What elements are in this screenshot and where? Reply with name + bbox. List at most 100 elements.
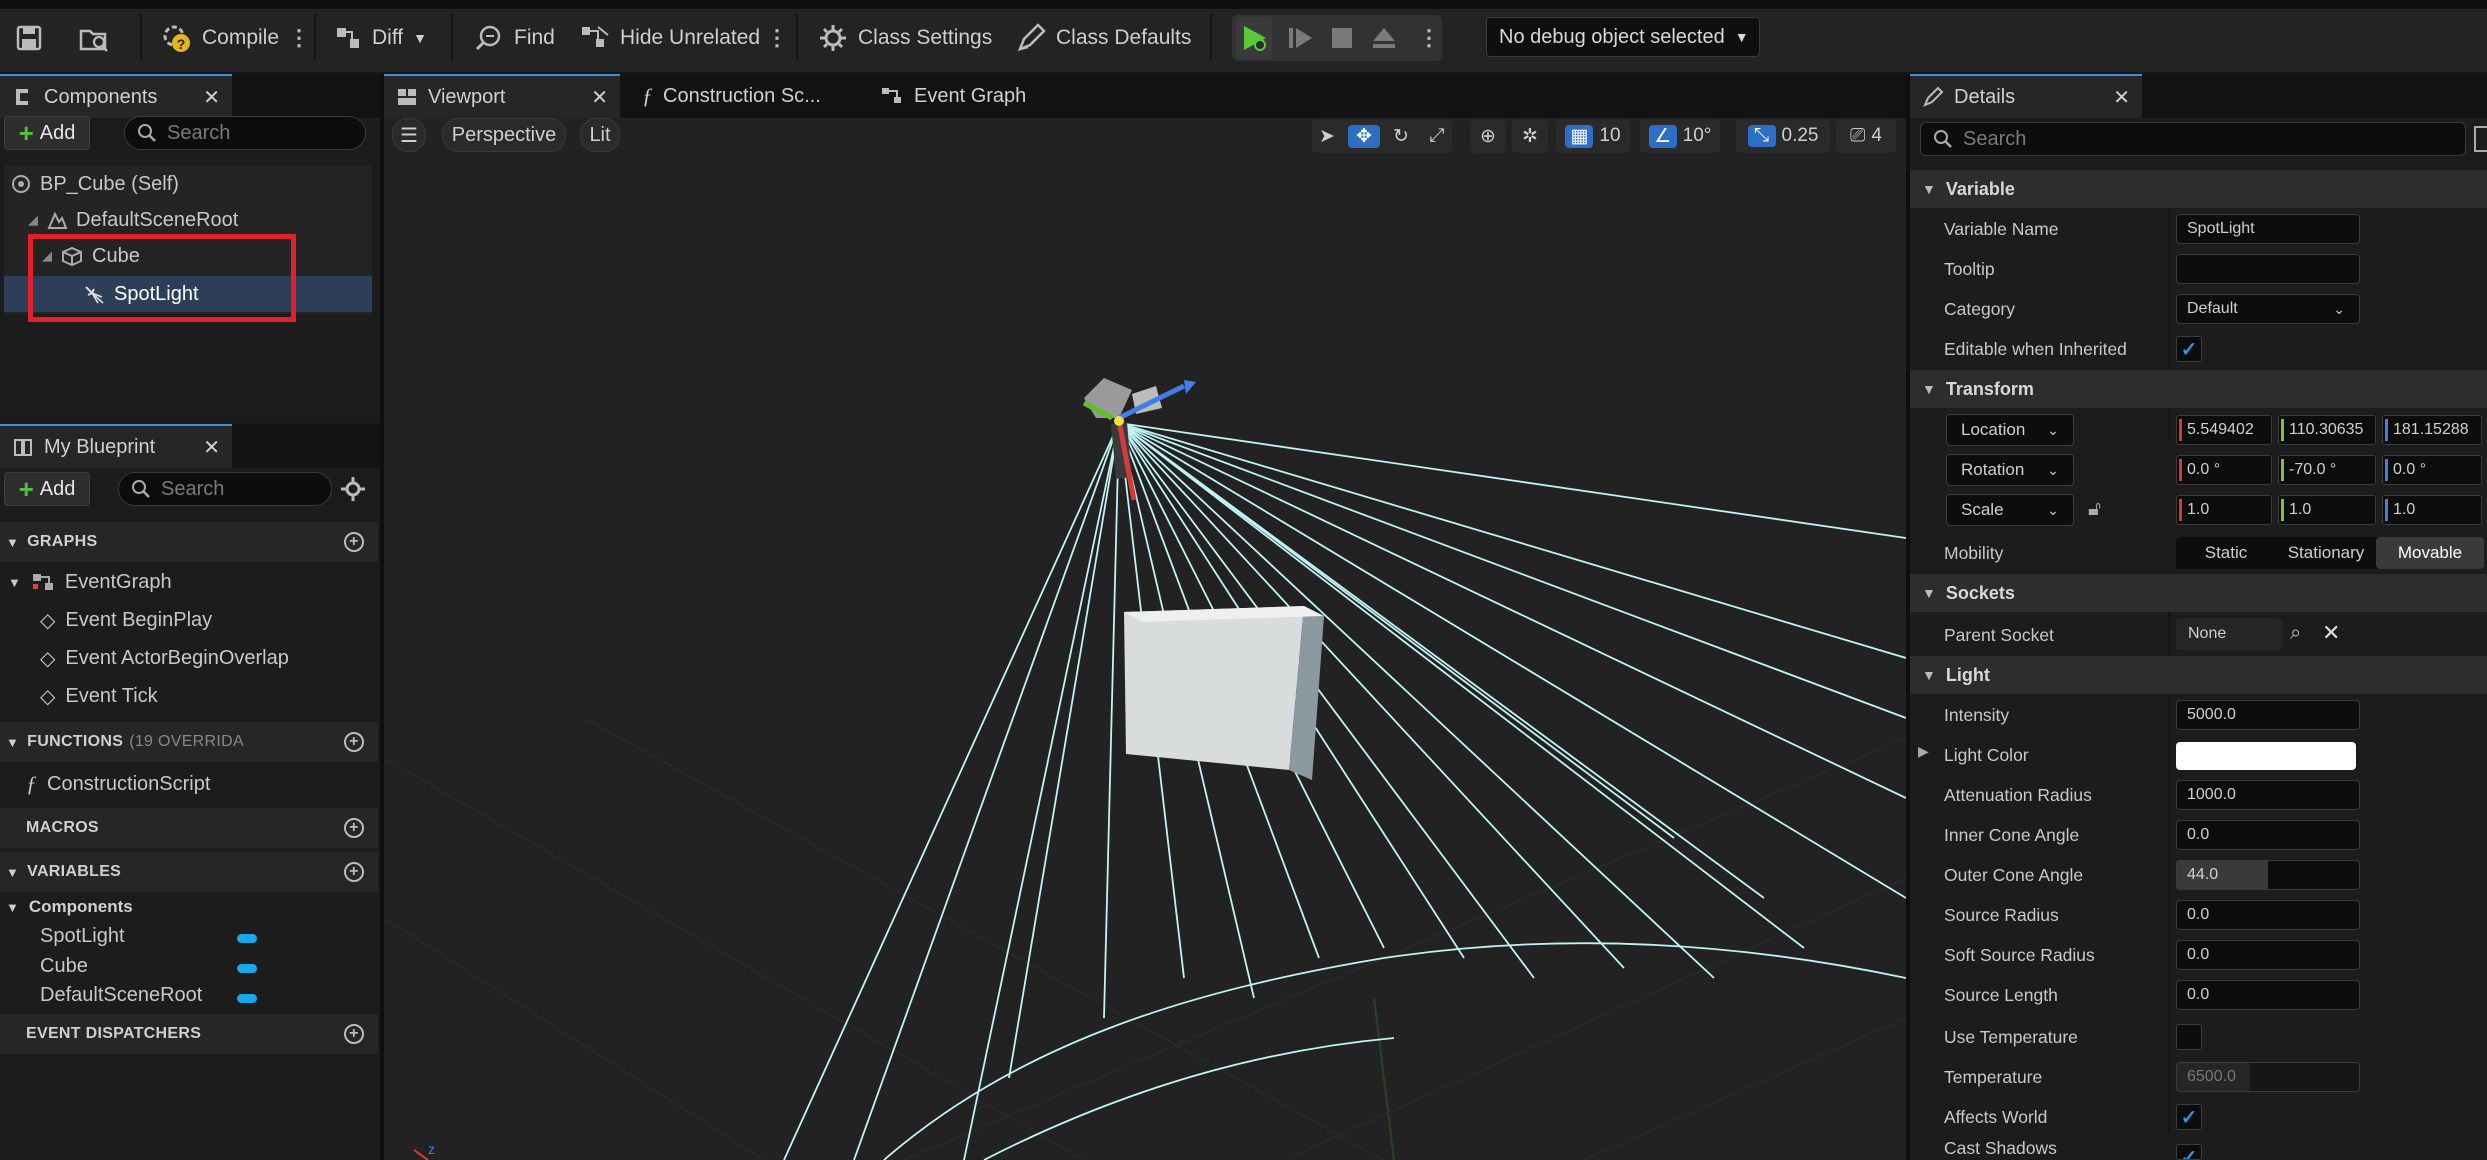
graphs-section-header[interactable]: ▼ GRAPHS +	[0, 522, 378, 562]
tab-construction-script[interactable]: ƒ Construction Sc...	[630, 74, 833, 118]
location-z-field[interactable]: 181.15288	[2382, 415, 2482, 445]
tab-components[interactable]: Components ✕	[0, 74, 232, 118]
compile-button[interactable]: ? Compile	[160, 20, 279, 56]
variables-section-header[interactable]: ▼ VARIABLES +	[0, 852, 378, 892]
attenuation-radius-field[interactable]: 1000.0	[2176, 780, 2360, 810]
browse-button[interactable]	[78, 20, 110, 56]
parent-socket-value[interactable]: None	[2176, 618, 2282, 650]
use-temperature-checkbox[interactable]	[2176, 1024, 2202, 1050]
tab-viewport[interactable]: Viewport ✕	[384, 74, 620, 118]
functions-section-header[interactable]: ▼ FUNCTIONS (19 OVERRIDA +	[0, 722, 378, 762]
close-icon[interactable]: ✕	[203, 85, 220, 110]
close-icon[interactable]: ✕	[591, 85, 608, 110]
rotate-tool-icon[interactable]: ↻	[1386, 125, 1416, 148]
add-function-icon[interactable]: +	[344, 732, 364, 752]
variable-section-header[interactable]: ▼ Variable	[1910, 170, 2487, 208]
graph-item-eventgraph[interactable]: ▼ EventGraph	[8, 565, 172, 599]
my-blueprint-search-input[interactable]: Search	[118, 472, 332, 506]
affects-world-checkbox[interactable]: ✓	[2176, 1104, 2202, 1130]
event-item-beginplay[interactable]: ◇ Event BeginPlay	[40, 603, 212, 637]
tree-item-default-scene-root[interactable]: ◢ DefaultSceneRoot	[28, 202, 238, 238]
light-color-swatch[interactable]	[2176, 742, 2356, 770]
location-mode-select[interactable]: Location ⌄	[1946, 414, 2074, 446]
light-section-header[interactable]: ▼ Light	[1910, 656, 2487, 694]
add-graph-icon[interactable]: +	[344, 532, 364, 552]
scale-x-field[interactable]: 1.0	[2176, 495, 2272, 525]
scale-snap-control[interactable]: ⤡ 0.25	[1736, 119, 1830, 153]
stop-button[interactable]	[1324, 17, 1360, 59]
move-tool-icon[interactable]: ✥	[1348, 124, 1380, 148]
tree-item-bp-cube[interactable]: BP_Cube (Self)	[10, 166, 179, 202]
clear-socket-icon[interactable]: ✕	[2322, 620, 2340, 646]
location-x-field[interactable]: 5.549402	[2176, 415, 2272, 445]
compile-options-button[interactable]: ⋮	[288, 20, 310, 56]
save-button[interactable]	[14, 20, 44, 56]
property-matrix-icon[interactable]	[2474, 126, 2487, 152]
soft-source-radius-field[interactable]: 0.0	[2176, 940, 2360, 970]
rotation-z-field[interactable]: 0.0 °	[2382, 455, 2482, 485]
inner-cone-angle-field[interactable]: 0.0	[2176, 820, 2360, 850]
variable-item-spotlight[interactable]: SpotLight	[40, 919, 125, 953]
mobility-movable-option[interactable]: Movable	[2376, 537, 2484, 569]
world-local-toggle[interactable]: ⊕	[1470, 119, 1506, 153]
intensity-field[interactable]: 5000.0	[2176, 700, 2360, 730]
outer-cone-angle-field[interactable]: 44.0	[2176, 860, 2360, 890]
scale-z-field[interactable]: 1.0	[2382, 495, 2482, 525]
step-button[interactable]	[1282, 17, 1318, 59]
add-member-button[interactable]: + Add	[4, 472, 90, 506]
scale-tool-icon[interactable]: ⤢	[1422, 125, 1452, 147]
play-button[interactable]	[1236, 17, 1272, 59]
find-button[interactable]: Find	[474, 20, 555, 56]
class-defaults-button[interactable]: Class Defaults	[1016, 20, 1191, 56]
viewport-canvas[interactable]: z	[384, 118, 1906, 1160]
tooltip-field[interactable]	[2176, 254, 2360, 284]
diff-button[interactable]: Diff ▼	[334, 20, 427, 56]
function-item-construction-script[interactable]: ƒ ConstructionScript	[26, 767, 210, 801]
location-y-field[interactable]: 110.30635	[2278, 415, 2376, 445]
add-component-button[interactable]: + Add	[4, 116, 90, 150]
source-radius-field[interactable]: 0.0	[2176, 900, 2360, 930]
play-options-button[interactable]: ⋮	[1418, 20, 1440, 56]
event-item-tick[interactable]: ◇ Event Tick	[40, 679, 158, 713]
tab-event-graph[interactable]: Event Graph	[868, 74, 1038, 118]
close-icon[interactable]: ✕	[203, 435, 220, 460]
event-dispatchers-section-header[interactable]: EVENT DISPATCHERS +	[0, 1014, 378, 1054]
hide-unrelated-button[interactable]: Hide Unrelated	[580, 20, 760, 56]
eject-button[interactable]	[1366, 17, 1402, 59]
perspective-button[interactable]: Perspective	[442, 118, 566, 152]
add-event-dispatcher-icon[interactable]: +	[344, 1024, 364, 1044]
tab-details[interactable]: Details ✕	[1910, 74, 2142, 118]
cast-shadows-checkbox[interactable]: ✓	[2176, 1144, 2202, 1160]
rotation-x-field[interactable]: 0.0 °	[2176, 455, 2272, 485]
scale-y-field[interactable]: 1.0	[2278, 495, 2376, 525]
details-search-input[interactable]: Search	[1920, 122, 2466, 156]
category-select[interactable]: Default ⌄	[2176, 294, 2360, 324]
tab-my-blueprint[interactable]: My Blueprint ✕	[0, 424, 232, 468]
grid-snap-control[interactable]: ▦ 10	[1556, 119, 1630, 153]
expand-arrow-icon[interactable]: ▶	[1918, 743, 1929, 760]
rotation-mode-select[interactable]: Rotation ⌄	[1946, 454, 2074, 486]
components-search-input[interactable]: Search	[124, 116, 366, 150]
rotation-snap-control[interactable]: ∠ 10°	[1640, 119, 1720, 153]
camera-speed-control[interactable]: ⎚ 4	[1836, 119, 1896, 153]
variable-name-field[interactable]: SpotLight	[2176, 214, 2360, 244]
close-icon[interactable]: ✕	[2113, 85, 2130, 110]
add-variable-icon[interactable]: +	[344, 862, 364, 882]
lock-icon[interactable]: 🔓︎	[2088, 498, 2101, 521]
rotation-y-field[interactable]: -70.0 °	[2278, 455, 2376, 485]
surface-snap-toggle[interactable]: ✲	[1512, 119, 1548, 153]
sockets-section-header[interactable]: ▼ Sockets	[1910, 574, 2487, 612]
hide-unrelated-options-button[interactable]: ⋮	[766, 20, 788, 56]
add-macro-icon[interactable]: +	[344, 818, 364, 838]
settings-button[interactable]	[340, 476, 366, 508]
transform-section-header[interactable]: ▼ Transform	[1910, 370, 2487, 408]
source-length-field[interactable]: 0.0	[2176, 980, 2360, 1010]
scale-mode-select[interactable]: Scale ⌄	[1946, 494, 2074, 526]
event-item-actorbeginoverlap[interactable]: ◇ Event ActorBeginOverlap	[40, 641, 289, 675]
class-settings-button[interactable]: Class Settings	[818, 20, 992, 56]
lit-button[interactable]: Lit	[580, 118, 620, 152]
editable-inherited-checkbox[interactable]: ✓	[2176, 336, 2202, 362]
variable-item-default-scene-root[interactable]: DefaultSceneRoot	[40, 978, 202, 1012]
debug-object-select[interactable]: No debug object selected ▼	[1486, 17, 1760, 57]
select-tool-icon[interactable]: ➤	[1312, 125, 1342, 148]
